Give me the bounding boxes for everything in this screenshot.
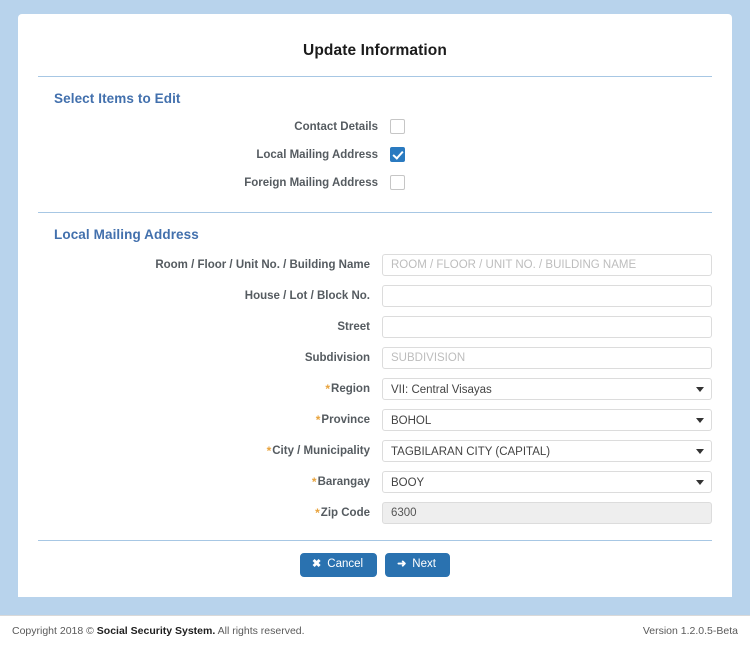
field-control-zip-code — [382, 502, 712, 524]
field-row-province: *Province BOHOL — [38, 409, 712, 431]
checkbox-row-local-mailing-address: Local Mailing Address — [38, 146, 712, 164]
field-label-text-zip-code: Zip Code — [320, 507, 370, 519]
select-barangay[interactable]: BOOY — [382, 471, 712, 493]
field-control-province: BOHOL — [382, 409, 712, 431]
footer-org-name: Social Security System. — [96, 625, 216, 637]
select-wrapper-province[interactable]: BOHOL — [382, 409, 712, 431]
field-control-room-floor-unit-building — [382, 254, 712, 276]
local-mailing-address-section-title: Local Mailing Address — [54, 227, 199, 242]
field-label-text-province: Province — [321, 414, 370, 426]
field-row-house-lot-block: House / Lot / Block No. — [38, 285, 712, 307]
field-control-city-municipality: TAGBILARAN CITY (CAPITAL) — [382, 440, 712, 462]
input-house-lot-block[interactable] — [382, 285, 712, 307]
field-label-street: Street — [337, 321, 370, 333]
input-zip-code — [382, 502, 712, 524]
checkbox-label-contact-details: Contact Details — [294, 121, 378, 133]
field-label-zip-code: *Zip Code — [38, 507, 382, 519]
required-marker-province: * — [315, 413, 321, 427]
field-row-street: Street — [38, 316, 712, 338]
next-button[interactable]: ➜ Next — [385, 553, 450, 577]
cancel-button-label: Cancel — [327, 558, 364, 570]
required-marker-zip-code: * — [315, 506, 320, 520]
required-marker-city-municipality: * — [266, 444, 272, 458]
footer-copyright: Copyright 2018 © Social Security System.… — [12, 625, 305, 637]
page-title: Update Information — [303, 42, 447, 59]
arrow-right-icon: ➜ — [397, 558, 407, 570]
select-items-checkbox-group: Contact Details Local Mailing Address Fo… — [38, 116, 712, 192]
form-actions: ✖ Cancel ➜ Next — [38, 541, 712, 577]
footer-copyright-suffix: All rights reserved. — [215, 625, 305, 637]
footer-version: Version 1.2.0.5-Beta — [642, 625, 738, 637]
close-icon: ✖ — [312, 558, 322, 570]
select-city-municipality[interactable]: TAGBILARAN CITY (CAPITAL) — [382, 440, 712, 462]
field-label-barangay: *Barangay — [38, 476, 382, 488]
checkbox-control-contact-details[interactable] — [390, 118, 712, 136]
field-control-subdivision — [382, 347, 712, 369]
footer-copyright-prefix: Copyright 2018 © — [12, 625, 97, 637]
field-label-house-lot-block: House / Lot / Block No. — [244, 290, 370, 302]
field-label-text-barangay: Barangay — [317, 476, 370, 488]
field-label-text-region: Region — [331, 383, 370, 395]
field-label-text-city-municipality: City / Municipality — [272, 445, 370, 457]
field-label-subdivision: Subdivision — [304, 352, 370, 364]
field-control-region: VII: Central Visayas — [382, 378, 712, 400]
app-page: Update Information Select Items to Edit … — [0, 0, 750, 646]
checkbox-label-foreign-mailing-address: Foreign Mailing Address — [244, 177, 378, 189]
checkbox-label-local-mailing-address: Local Mailing Address — [256, 149, 378, 161]
field-row-barangay: *Barangay BOOY — [38, 471, 712, 493]
address-form-fields: Room / Floor / Unit No. / Building Name … — [38, 252, 712, 524]
field-control-barangay: BOOY — [382, 471, 712, 493]
field-label-room-floor-unit-building: Room / Floor / Unit No. / Building Name — [155, 259, 370, 271]
content-area: Update Information Select Items to Edit … — [0, 0, 750, 615]
field-row-room-floor-unit-building: Room / Floor / Unit No. / Building Name — [38, 254, 712, 276]
required-marker-region: * — [325, 382, 331, 396]
field-row-subdivision: Subdivision — [38, 347, 712, 369]
checkbox-row-foreign-mailing-address: Foreign Mailing Address — [38, 174, 712, 192]
checkbox-contact-details[interactable] — [390, 119, 405, 135]
select-wrapper-city-municipality[interactable]: TAGBILARAN CITY (CAPITAL) — [382, 440, 712, 462]
field-control-street — [382, 316, 712, 338]
page-footer: Copyright 2018 © Social Security System.… — [0, 615, 750, 646]
field-label-province: *Province — [38, 414, 382, 426]
checkbox-control-local-mailing-address[interactable] — [390, 146, 712, 164]
field-label-region: *Region — [38, 383, 382, 395]
input-street[interactable] — [382, 316, 712, 338]
field-row-zip-code: *Zip Code — [38, 502, 712, 524]
required-marker-barangay: * — [311, 475, 317, 489]
select-wrapper-barangay[interactable]: BOOY — [382, 471, 712, 493]
field-control-house-lot-block — [382, 285, 712, 307]
input-subdivision[interactable] — [382, 347, 712, 369]
checkbox-row-contact-details: Contact Details — [38, 118, 712, 136]
checkbox-local-mailing-address[interactable] — [390, 147, 405, 163]
cancel-button[interactable]: ✖ Cancel — [300, 553, 378, 577]
field-row-region: *Region VII: Central Visayas — [38, 378, 712, 400]
select-items-section-title: Select Items to Edit — [54, 91, 181, 106]
input-room-floor-unit-building[interactable] — [382, 254, 712, 276]
select-region[interactable]: VII: Central Visayas — [382, 378, 712, 400]
field-row-city-municipality: *City / Municipality TAGBILARAN CITY (CA… — [38, 440, 712, 462]
next-button-label: Next — [412, 558, 436, 570]
select-wrapper-region[interactable]: VII: Central Visayas — [382, 378, 712, 400]
field-label-city-municipality: *City / Municipality — [38, 445, 382, 457]
checkbox-foreign-mailing-address[interactable] — [390, 175, 405, 191]
update-information-card: Update Information Select Items to Edit … — [18, 14, 732, 597]
select-province[interactable]: BOHOL — [382, 409, 712, 431]
checkbox-control-foreign-mailing-address[interactable] — [390, 174, 712, 192]
